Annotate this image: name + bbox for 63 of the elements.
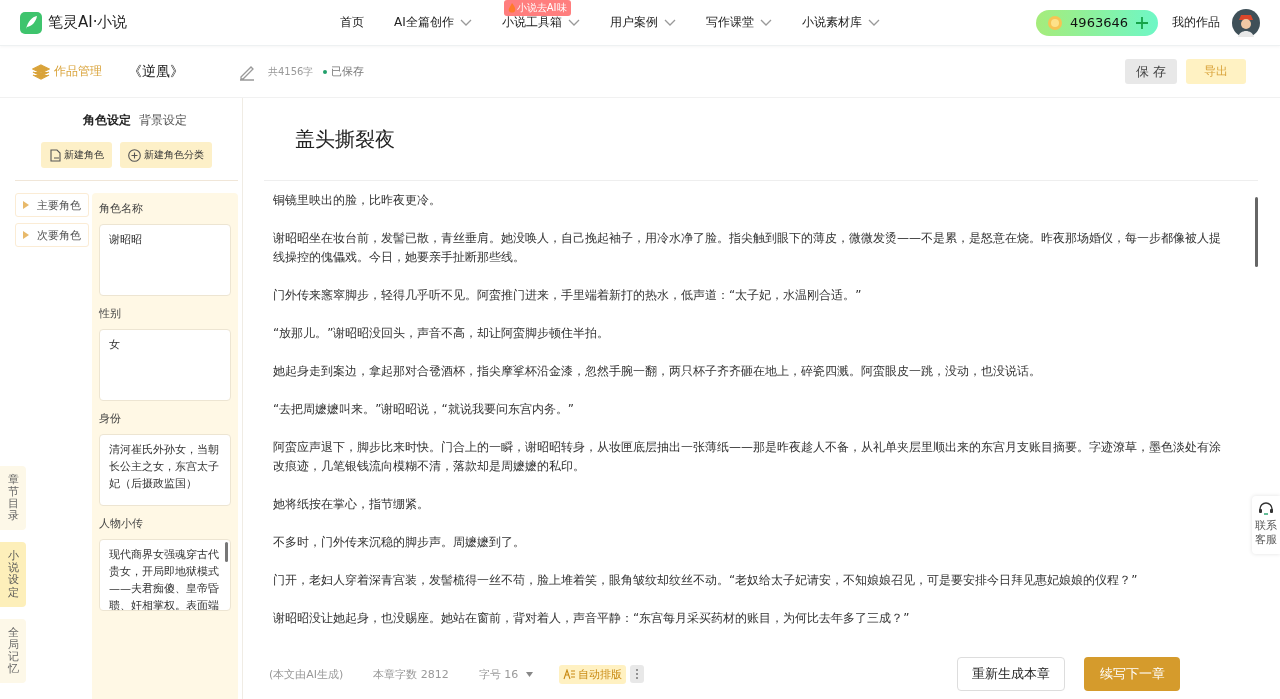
side-tab[interactable]: 全局记忆 bbox=[0, 618, 26, 683]
book-title: 《逆凰》 bbox=[128, 62, 185, 81]
input-field[interactable]: 现代商界女强魂穿古代贵女，开局即地狱模式——夫君痴傻、皇帝昏聩、奸相掌权。表面端 bbox=[99, 539, 231, 611]
layers-icon bbox=[32, 63, 50, 80]
field-label: 角色名称 bbox=[99, 201, 144, 216]
scrollbar[interactable] bbox=[225, 542, 228, 562]
headset-icon bbox=[1258, 502, 1274, 516]
caret-down-icon bbox=[526, 671, 534, 677]
paragraph: 门开，老妇人穿着深青宫装，发髻梳得一丝不苟，脸上堆着笑，眼角皱纹却纹丝不动。“老奴给太子妃请安，不知娘娘召见，可是要安排今日拜见惠妃娘娘的仪程？” bbox=[273, 572, 1139, 589]
feather-logo-icon bbox=[20, 11, 42, 34]
save-status: 已保存 bbox=[331, 64, 365, 79]
settings-tab[interactable]: 背景设定 bbox=[139, 112, 187, 129]
support-widget[interactable]: 联系客服 bbox=[1252, 496, 1280, 554]
ai-note: (本文由AI生成) bbox=[269, 666, 344, 682]
add-circle-icon bbox=[128, 148, 141, 162]
paragraph: 铜镜里映出的脸，比昨夜更冷。 bbox=[273, 192, 442, 209]
nav-item[interactable]: 小说工具箱 bbox=[501, 14, 580, 31]
new-item-button[interactable]: 新建角色 bbox=[41, 142, 112, 168]
paragraph: 谢昭昭坐在妆台前，发髻已散，青丝垂肩。她没唤人，自己挽起袖子，用冷水净了脸。指尖触到眼下的薄皮，微微发烫——不是累，是怒意在烧。昨夜那场婚仪，每一步都像被人提线操控的傀儡戏。今日，她要亲手扯断那些线。 bbox=[273, 230, 1222, 266]
more-icon bbox=[630, 665, 645, 683]
paragraph: 门外传来窸窣脚步，轻得几乎听不见。阿蛮推门进来，手里端着新打的热水，低声道：“太子妃，水温刚合适。” bbox=[273, 287, 863, 304]
nav-item[interactable]: 首页 bbox=[340, 14, 364, 31]
chapter-title: 盖头撕裂夜 bbox=[294, 126, 396, 153]
credit-balance: 4963646 bbox=[1070, 15, 1128, 30]
nav-item[interactable]: 小说素材库 bbox=[801, 14, 880, 31]
field-label: 身份 bbox=[99, 411, 122, 426]
input-field[interactable]: 清河崔氏外孙女，当朝长公主之女，东宫太子妃（后摄政监国） bbox=[99, 434, 231, 506]
settings-tab[interactable]: 角色设定 bbox=[83, 112, 131, 129]
paragraph: “去把周嬷嬷叫来。”谢昭昭说，“就说我要问东宫内务。” bbox=[273, 401, 575, 418]
promo-badge: 小说去AI味 bbox=[503, 0, 571, 16]
paragraph: 不多时，门外传来沉稳的脚步声。周嬷嬷到了。 bbox=[273, 534, 526, 551]
paragraph: 谢昭昭没让她起身，也没赐座。她站在窗前，背对着人，声音平静：“东宫每月采买药材的账目，为何比去年多了三成？” bbox=[273, 610, 911, 627]
avatar-icon bbox=[1232, 8, 1260, 37]
nav-item[interactable]: 写作课堂 bbox=[705, 14, 772, 31]
paragraph: 阿蛮应声退下，脚步比来时快。门合上的一瞬，谢昭昭转身，从妆匣底层抽出一张薄纸——那是昨夜趁人不备，从礼单夹层里顺出来的东宫月支账目摘要。字迹潦草，墨色淡处有涂改痕迹，几笔银钱流向模糊不清，落款却是周嬷嬷的私印。 bbox=[273, 439, 1222, 475]
new-item-button[interactable]: 新建角色分类 bbox=[120, 142, 212, 168]
status-dot-icon bbox=[323, 69, 328, 74]
scrollbar[interactable] bbox=[1255, 197, 1258, 267]
coin-icon bbox=[1048, 15, 1063, 30]
side-tab[interactable]: 章节目录 bbox=[0, 465, 26, 531]
category-item[interactable]: 主要角色 bbox=[15, 193, 89, 217]
my-works-link[interactable]: 我的作品 bbox=[1172, 14, 1220, 31]
plus-icon bbox=[1136, 16, 1148, 29]
flame-icon bbox=[507, 3, 516, 13]
paragraph: 她起身走到案边，拿起那对合卺酒杯，指尖摩挲杯沿金漆，忽然手腕一翻，两只杯子齐齐砸在地上，碎瓷四溅。阿蛮眼皮一跳，没动，也没说话。 bbox=[273, 363, 1042, 380]
brand-name[interactable]: 笔灵AI·小说 bbox=[48, 13, 128, 32]
field-label: 人物小传 bbox=[99, 516, 144, 531]
word-count: 共4156字 bbox=[268, 64, 314, 79]
file-icon bbox=[49, 148, 61, 162]
format-icon bbox=[563, 668, 576, 680]
save-button[interactable]: 保 存 bbox=[1125, 59, 1177, 84]
side-tab[interactable]: 小说设定 bbox=[0, 542, 26, 607]
input-field[interactable]: 女 bbox=[99, 329, 231, 401]
input-field[interactable]: 谢昭昭 bbox=[99, 224, 231, 296]
nav-item[interactable]: AI全篇创作 bbox=[394, 14, 472, 31]
paragraph: 她将纸按在掌心，指节绷紧。 bbox=[273, 496, 430, 513]
nav-item[interactable]: 用户案例 bbox=[609, 14, 676, 31]
credits-pill[interactable]: 4963646 bbox=[1036, 9, 1158, 36]
regenerate-button[interactable]: 重新生成本章 bbox=[957, 657, 1065, 691]
category-item[interactable]: 次要角色 bbox=[15, 223, 89, 247]
paragraph: “放那儿。”谢昭昭没回头，声音不高，却让阿蛮脚步顿住半拍。 bbox=[273, 325, 611, 342]
chapter-word-count: 本章字数 2812 bbox=[373, 666, 449, 682]
field-label: 性别 bbox=[99, 306, 122, 321]
